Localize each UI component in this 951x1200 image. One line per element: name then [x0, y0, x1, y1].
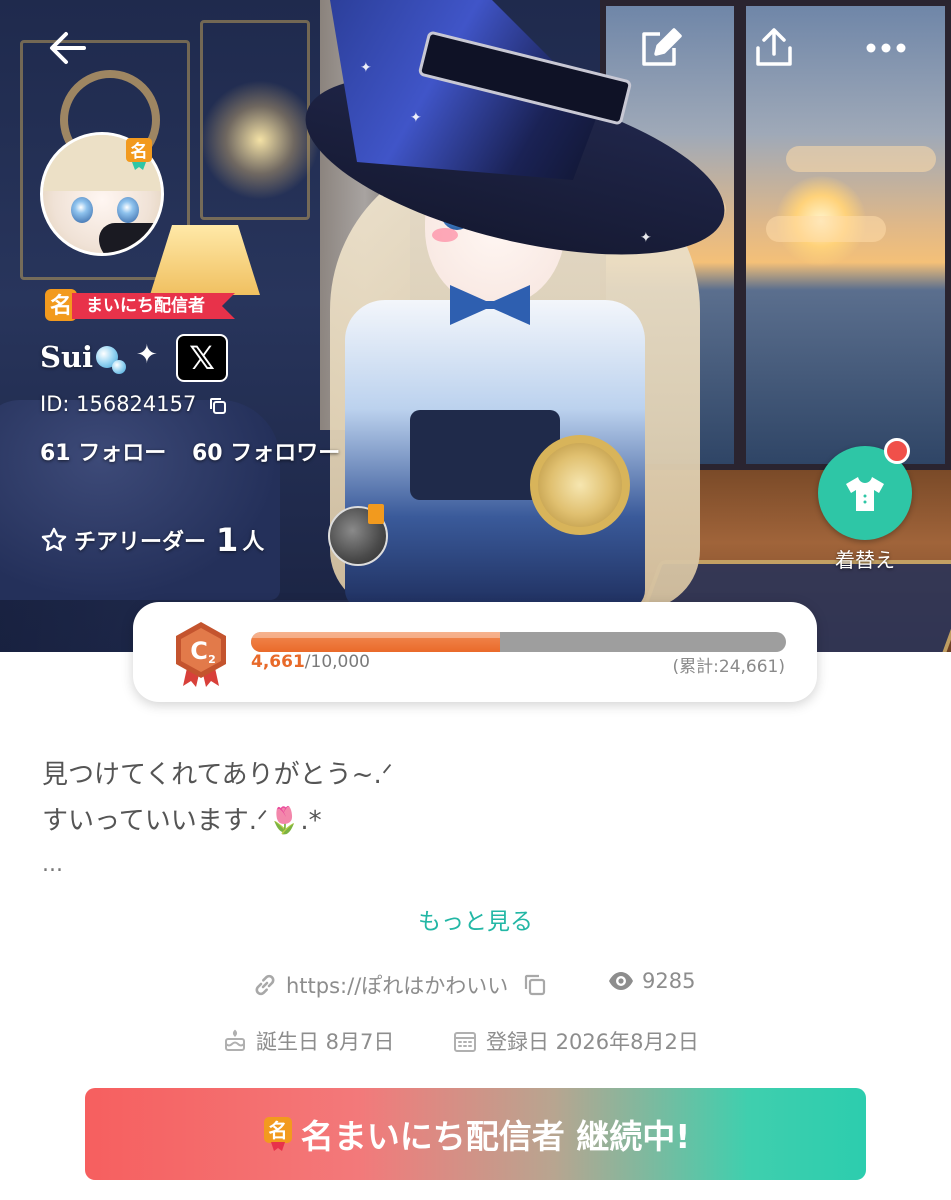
sofa [0, 400, 280, 600]
cta-label[interactable]: 名まいにち配信者 継続中! [301, 1110, 691, 1158]
shirt-icon [846, 477, 884, 511]
more-menu-button[interactable] [858, 20, 914, 76]
follower-count[interactable]: 60 フォロワー [192, 441, 340, 466]
sparkle-icon: ✦ [640, 230, 652, 246]
cta-badge-glyph: 名 [268, 1119, 287, 1142]
sparkle-icon: ✦ [136, 340, 158, 370]
profile-link-row[interactable]: https://ぽれはかわいい [252, 970, 556, 1000]
registered-date: 登録日 2026年8月2日 [486, 1030, 699, 1054]
birthday-row: 誕生日 8月7日 [222, 1026, 394, 1056]
level-max-value: /10,000 [304, 652, 370, 672]
avatar-eye [71, 197, 93, 223]
avatar-eye [117, 197, 139, 223]
cheerleader-unit: 人 [242, 530, 265, 555]
follow-stats: 61 フォロー 60 フォロワー [40, 435, 358, 467]
bio-line: すいっていいます.ᐟ🌷.* [42, 806, 322, 836]
daily-badge-glyph: 名 [50, 293, 72, 319]
edit-profile-button[interactable] [632, 20, 688, 76]
character-compass [530, 435, 630, 535]
more-dots-icon [866, 43, 906, 53]
level-current-value: 4,661 [251, 652, 305, 672]
edit-icon [642, 28, 682, 66]
eye-icon [609, 972, 633, 990]
link-icon [255, 974, 275, 996]
dress-up-label: 着替え [835, 548, 895, 572]
see-more-link[interactable]: もっと見る [0, 902, 951, 936]
cheerleader-badge-icon [368, 504, 384, 524]
copy-link-icon[interactable] [522, 972, 548, 998]
x-social-link[interactable]: 𝕏 [176, 334, 228, 382]
avatar-hand [99, 223, 161, 253]
username: Sui [40, 340, 94, 374]
profile-link-url[interactable]: https://ぽれはかわいい [286, 970, 508, 1000]
wall-lamp [200, 80, 320, 200]
bubble-icon [112, 360, 126, 374]
view-count: 9285 [642, 969, 696, 993]
cheerleader-row[interactable]: チアリーダー 1 人 [40, 521, 265, 559]
level-progress-bar [251, 632, 786, 652]
name-badge-icon: 名 [126, 138, 152, 170]
birthday: 誕生日 8月7日 [256, 1030, 395, 1054]
cheerleader-label: チアリーダー [74, 530, 207, 555]
name-badge-icon: 名 [263, 1117, 292, 1151]
following-count[interactable]: 61 フォロー [40, 441, 166, 466]
cake-icon [225, 1029, 245, 1051]
view-count-row: 9285 [608, 968, 695, 994]
share-button[interactable] [746, 20, 802, 76]
daily-streamer-streak-button[interactable]: 名 名まいにち配信者 継続中! [85, 1088, 866, 1180]
back-arrow-icon [50, 32, 86, 64]
bio-ellipsis: ... [42, 852, 63, 877]
level-progress-fill [251, 632, 501, 652]
user-id: ID: 156824157 [40, 392, 197, 416]
level-cumulative-total: (累計:24,661) [672, 657, 785, 677]
rank-letter: C [190, 637, 208, 665]
cheerleader-count: 1 [216, 521, 239, 559]
registered-row: 登録日 2026年8月2日 [452, 1026, 699, 1056]
name-badge-glyph: 名 [131, 141, 148, 162]
star-outline-icon [41, 527, 67, 552]
copy-id-icon[interactable] [208, 396, 228, 416]
daily-streamer-label: まいにち配信者 [72, 293, 235, 319]
rank-badge-icon: C 2 [176, 622, 226, 687]
level-card[interactable]: C 2 4,661/10,000 (累計:24,661) [133, 602, 817, 702]
sparkle-icon: ✦ [410, 110, 422, 126]
character-blush [432, 228, 458, 242]
calendar-icon [454, 1032, 476, 1052]
sparkle-icon: ✦ [360, 60, 372, 76]
notification-dot [884, 438, 910, 464]
rank-sub: 2 [208, 653, 216, 666]
profile-bio: 見つけてくれてありがとう~.ᐟ すいっていいます.ᐟ🌷.* [42, 752, 393, 844]
bio-line: 見つけてくれてありがとう~.ᐟ [42, 760, 393, 790]
share-icon [756, 28, 792, 66]
back-button[interactable] [40, 20, 96, 76]
level-points: 4,661/10,000 [251, 652, 370, 672]
see-more-label[interactable]: もっと見る [418, 909, 533, 935]
